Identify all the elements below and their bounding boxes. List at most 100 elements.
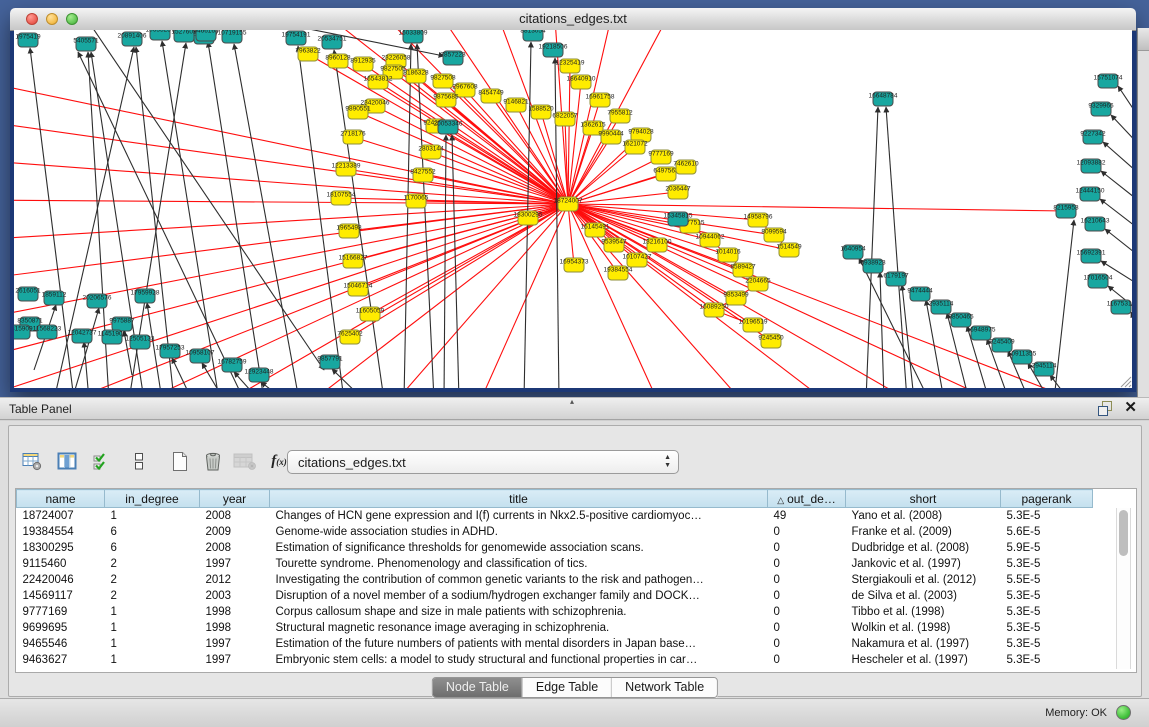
cell-short[interactable]: Yano et al. (2008)	[846, 508, 1001, 524]
table-row[interactable]: 2242004622012Investigating the contribut…	[17, 572, 1093, 588]
table-row[interactable]: 1456911722003Disruption of a novel membe…	[17, 588, 1093, 604]
network-node[interactable]: 9875685	[433, 93, 459, 107]
network-node[interactable]: 12923448	[245, 368, 274, 382]
column-header-year[interactable]: year	[200, 490, 270, 508]
network-node[interactable]: 9146821	[503, 98, 529, 112]
network-node[interactable]: 10958107	[186, 349, 215, 363]
cell-title[interactable]: Investigating the contribution of common…	[270, 572, 768, 588]
cell-out_degree[interactable]: 0	[768, 620, 846, 636]
table-row[interactable]: 977716911998Corpus callosum shape and si…	[17, 604, 1093, 620]
cell-name[interactable]: 9777169	[17, 604, 105, 620]
cell-year[interactable]: 2009	[200, 524, 270, 540]
cell-in_degree[interactable]: 1	[105, 636, 200, 652]
table-row[interactable]: 1830029562008Estimation of significance …	[17, 540, 1093, 556]
network-node[interactable]: 8960128	[325, 54, 351, 68]
cell-year[interactable]: 1998	[200, 604, 270, 620]
network-node[interactable]: 16782759	[218, 358, 247, 372]
delete-rows-trash-icon[interactable]	[200, 447, 226, 475]
network-node[interactable]: 11451900	[98, 330, 127, 344]
network-node[interactable]: 3315909	[14, 325, 33, 339]
network-node[interactable]: 9539547	[601, 238, 627, 252]
cell-in_degree[interactable]: 1	[105, 620, 200, 636]
network-node[interactable]: 9850465	[948, 313, 974, 327]
cell-title[interactable]: Estimation of significance thresholds fo…	[270, 540, 768, 556]
cell-in_degree[interactable]: 1	[105, 508, 200, 524]
network-node[interactable]: 9857791	[317, 355, 343, 369]
network-node[interactable]: 8813054	[520, 30, 546, 41]
cell-pagerank[interactable]: 5.3E-5	[1001, 652, 1093, 668]
cell-short[interactable]: Dudbridge et al. (2008)	[846, 540, 1001, 556]
cell-name[interactable]: 9463627	[17, 652, 105, 668]
cell-out_degree[interactable]: 0	[768, 604, 846, 620]
network-node[interactable]: 6466163	[193, 30, 219, 41]
network-node[interactable]: 19218506	[539, 43, 568, 57]
cell-year[interactable]: 1997	[200, 636, 270, 652]
network-node[interactable]: 7963822	[295, 47, 321, 61]
cell-year[interactable]: 2003	[200, 588, 270, 604]
network-node[interactable]: 5405571	[73, 37, 99, 51]
network-node[interactable]: 12505133	[126, 335, 155, 349]
table-scrollbar[interactable]	[1116, 508, 1131, 669]
network-node[interactable]: 2718176	[340, 130, 366, 144]
table-scrollbar-thumb[interactable]	[1119, 510, 1128, 556]
cell-short[interactable]: Hescheler et al. (1997)	[846, 652, 1001, 668]
cell-short[interactable]: Wolkin et al. (1998)	[846, 620, 1001, 636]
network-node[interactable]: 1514549	[776, 243, 802, 257]
cell-pagerank[interactable]: 5.6E-5	[1001, 524, 1093, 540]
cell-title[interactable]: Embryonic stem cells: a model to study s…	[270, 652, 768, 668]
network-node[interactable]: 16089250	[700, 303, 729, 317]
cell-in_degree[interactable]: 6	[105, 524, 200, 540]
network-node[interactable]: 9329966	[1088, 102, 1114, 116]
network-node[interactable]: 12042737	[68, 329, 97, 343]
network-node[interactable]: 8215953	[1053, 204, 1079, 218]
network-node[interactable]: 7462610	[673, 160, 699, 174]
tab-edge-table[interactable]: Edge Table	[522, 678, 611, 697]
cell-out_degree[interactable]: 0	[768, 636, 846, 652]
cell-short[interactable]: de Silva et al. (2003)	[846, 588, 1001, 604]
network-node[interactable]: 2616051	[15, 287, 41, 301]
cell-name[interactable]: 9465546	[17, 636, 105, 652]
column-checklist-icon[interactable]	[88, 447, 114, 475]
network-node[interactable]: 12325419	[556, 59, 585, 73]
network-canvas[interactable]: 1872400779638228960128891293523226058982…	[14, 30, 1132, 388]
tab-network-table[interactable]: Network Table	[611, 678, 717, 697]
cell-out_degree[interactable]: 0	[768, 588, 846, 604]
network-node[interactable]: 8099594	[761, 228, 787, 242]
cell-year[interactable]: 2012	[200, 572, 270, 588]
cell-pagerank[interactable]: 5.3E-5	[1001, 636, 1093, 652]
network-node[interactable]: 8912935	[350, 57, 376, 71]
network-node[interactable]: 1588520	[528, 105, 554, 119]
network-node[interactable]: 9227342	[1080, 130, 1106, 144]
window-titlebar[interactable]: citations_edges.txt	[10, 8, 1136, 31]
network-node[interactable]: 16648784	[869, 92, 898, 106]
splitter-handle-icon[interactable]: ▴	[570, 397, 574, 406]
cell-in_degree[interactable]: 2	[105, 588, 200, 604]
network-node[interactable]: 1014016	[715, 248, 741, 262]
new-table-icon[interactable]	[166, 447, 192, 475]
cell-title[interactable]: Estimation of the future numbers of pati…	[270, 636, 768, 652]
cell-name[interactable]: 19384554	[17, 524, 105, 540]
cell-out_degree[interactable]: 0	[768, 524, 846, 540]
cell-title[interactable]: Structural magnetic resonance image aver…	[270, 620, 768, 636]
network-node[interactable]: 8454749	[478, 89, 504, 103]
cell-name[interactable]: 9115460	[17, 556, 105, 572]
cell-pagerank[interactable]: 5.3E-5	[1001, 620, 1093, 636]
network-node[interactable]: 1965498	[336, 224, 362, 238]
cell-title[interactable]: Tourette syndrome. Phenomenology and cla…	[270, 556, 768, 572]
cell-title[interactable]: Disruption of a novel member of a sodium…	[270, 588, 768, 604]
table-row[interactable]: 1938455462009Genome-wide association stu…	[17, 524, 1093, 540]
table-row[interactable]: 911546021997Tourette syndrome. Phenomeno…	[17, 556, 1093, 572]
network-node[interactable]: 2945114	[1032, 362, 1057, 376]
network-node[interactable]: 8186328	[403, 69, 429, 83]
cell-name[interactable]: 18724007	[17, 508, 105, 524]
window-resize-grip[interactable]	[1118, 374, 1132, 388]
network-node[interactable]: 18640910	[567, 75, 596, 89]
network-node[interactable]: 20206576	[83, 294, 112, 308]
cell-pagerank[interactable]: 5.5E-5	[1001, 572, 1093, 588]
cell-pagerank[interactable]: 5.3E-5	[1001, 588, 1093, 604]
network-node[interactable]: 6179197	[883, 272, 909, 286]
network-node[interactable]: 1170065	[404, 194, 429, 208]
network-node[interactable]: 9245450	[758, 334, 784, 348]
column-header-out_degree[interactable]: △out_de…	[768, 490, 846, 508]
cell-out_degree[interactable]: 0	[768, 572, 846, 588]
